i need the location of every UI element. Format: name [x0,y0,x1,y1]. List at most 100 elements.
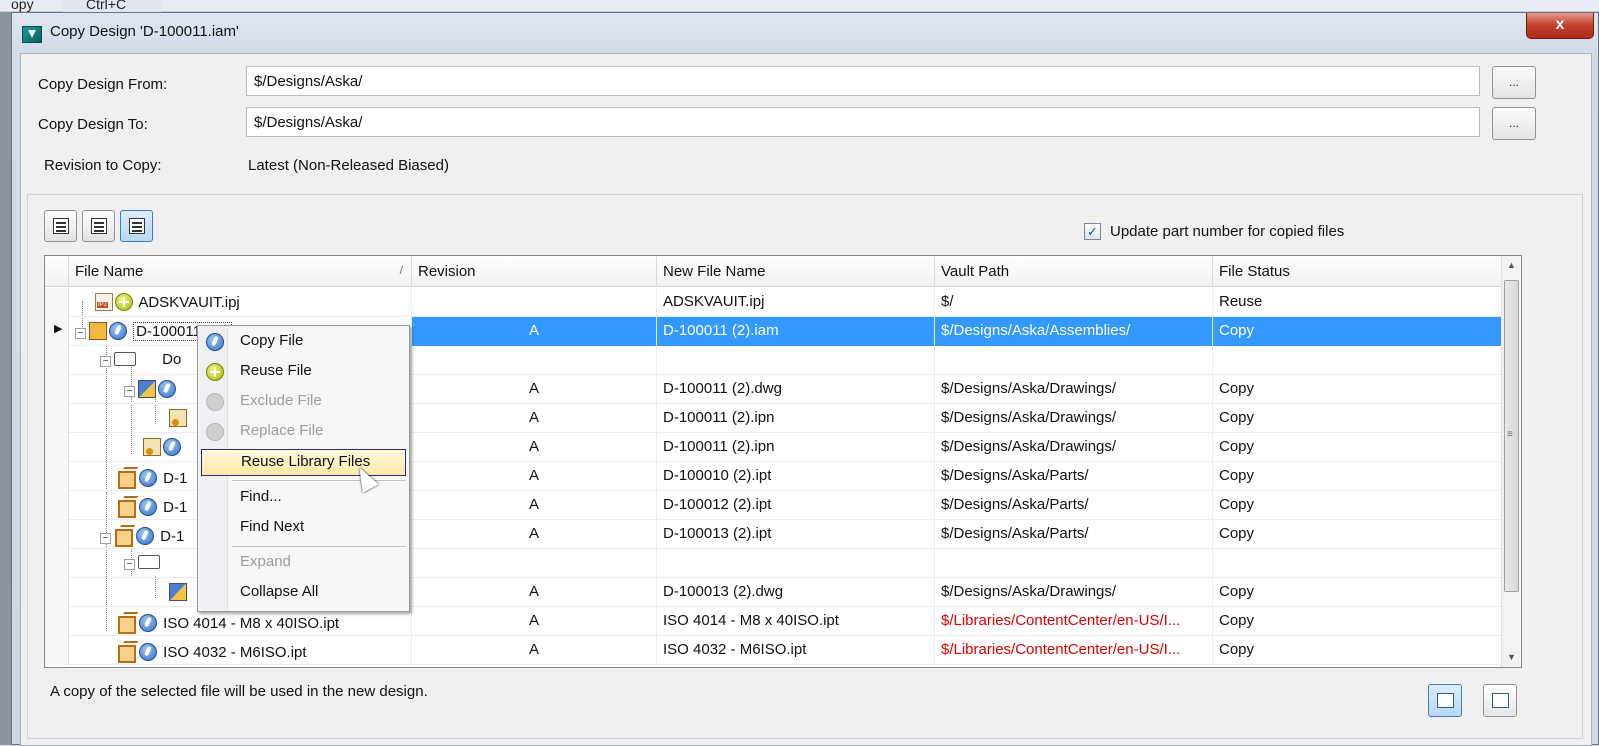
vault-path-cell[interactable]: $/Designs/Aska/Drawings/ [935,433,1213,462]
file-status-cell[interactable]: Copy [1213,462,1501,491]
grid-header: File Name / Revision New File Name Vault… [45,256,1501,287]
new-file-name-cell[interactable] [657,346,935,375]
new-file-name-cell[interactable]: D-100012 (2).ipt [657,491,935,520]
copy-from-browse-button[interactable]: ... [1492,66,1536,99]
menu-item-replace-file[interactable]: Replace File [200,418,407,445]
vault-path-cell[interactable]: $/Libraries/ContentCenter/en-US/I... [935,636,1213,665]
part-file-icon [114,525,134,547]
menu-item-find-next[interactable]: Find Next [200,514,407,541]
new-file-name-cell[interactable] [657,549,935,578]
vault-path-cell[interactable]: $/Libraries/ContentCenter/en-US/I... [935,607,1213,636]
new-file-name-cell[interactable]: ISO 4032 - M6ISO.ipt [657,636,935,665]
column-header-vault-path[interactable]: Vault Path [935,256,1213,287]
file-name: D-1 [160,528,185,545]
dependency-view-button[interactable] [120,210,153,242]
file-status-cell[interactable] [1213,346,1501,375]
part-file-icon [117,612,137,634]
tree-structure-button[interactable] [1428,684,1462,717]
part-file-icon [117,641,137,663]
vault-path-cell[interactable]: $/Designs/Aska/Drawings/ [935,375,1213,404]
row-indicator-header [45,256,69,287]
new-file-name-cell[interactable]: D-100011 (2).iam [657,317,935,346]
file-status-cell[interactable]: Copy [1213,375,1501,404]
file-status-cell[interactable]: Copy [1213,491,1501,520]
vault-path-cell[interactable]: $/Designs/Aska/Parts/ [935,520,1213,549]
column-header-file-status[interactable]: File Status [1213,256,1501,287]
menu-item-expand[interactable]: Expand [200,549,407,576]
vault-path-cell[interactable]: $/Designs/Aska/Parts/ [935,462,1213,491]
revision-cell [412,346,657,375]
menu-item-collapse-all[interactable]: Collapse All [200,579,407,606]
file-status-cell[interactable]: Copy [1213,607,1501,636]
file-status-cell[interactable] [1213,549,1501,578]
new-file-name-cell[interactable]: D-100013 (2).ipt [657,520,935,549]
list-view-icon [91,218,107,234]
file-status-cell[interactable]: Copy [1213,578,1501,607]
list-view-button[interactable] [82,210,115,242]
column-header-file-name[interactable]: File Name / [69,256,412,287]
background-menu-shortcut-label: Ctrl+C [62,0,162,12]
presentation-file-icon [169,409,187,427]
table-row[interactable]: ADSKVAUIT.ipj ADSKVAUIT.ipj $/ Reuse [45,288,1501,317]
new-file-name-cell[interactable]: D-100010 (2).ipt [657,462,935,491]
title-bar[interactable]: Copy Design 'D-100011.iam' x [12,13,1598,43]
tree-structure-icon [1437,693,1454,708]
menu-item-reuse-library-files[interactable]: Reuse Library Files [201,449,406,476]
assembly-file-icon [89,322,107,340]
new-file-name-cell[interactable]: ISO 4014 - M8 x 40ISO.ipt [657,607,935,636]
collapse-toggle[interactable]: − [124,386,135,397]
menu-item-label: Exclude File [240,392,322,409]
file-status-cell[interactable]: Copy [1213,433,1501,462]
revision-cell: A [412,462,657,491]
menu-item-exclude-file[interactable]: Exclude File [200,388,407,415]
collapse-toggle[interactable]: − [124,559,135,570]
file-status-cell[interactable]: Copy [1213,404,1501,433]
new-file-name-cell[interactable]: ADSKVAUIT.ipj [657,288,935,317]
update-part-number-checkbox[interactable]: ✓ [1084,223,1101,240]
revision-cell [412,288,657,317]
close-button[interactable]: x [1526,13,1594,39]
vault-path-cell[interactable] [935,549,1213,578]
vault-path-cell[interactable]: $/ [935,288,1213,317]
file-status-cell[interactable]: Reuse [1213,288,1501,317]
copy-to-input[interactable] [246,107,1480,137]
vertical-scrollbar[interactable]: ▲ ▼ [1501,256,1521,667]
scroll-thumb[interactable] [1504,280,1519,592]
column-header-revision[interactable]: Revision [412,256,657,287]
copy-to-browse-button[interactable]: ... [1492,107,1536,140]
vault-path-cell[interactable]: $/Designs/Aska/Assemblies/ [935,317,1213,346]
menu-item-find[interactable]: Find... [200,484,407,511]
file-name-cell[interactable]: ADSKVAUIT.ipj [69,288,412,317]
new-file-name-cell[interactable]: D-100011 (2).dwg [657,375,935,404]
copy-status-icon [139,498,157,516]
vault-path-cell[interactable] [935,346,1213,375]
file-status-cell[interactable]: Copy [1213,636,1501,665]
file-name-cell[interactable]: ISO 4032 - M6ISO.ipt [69,636,412,665]
new-file-name-cell[interactable]: D-100011 (2).ipn [657,404,935,433]
copy-status-icon [139,643,157,661]
copy-status-icon [109,322,127,340]
collapse-toggle[interactable]: − [100,356,111,367]
column-header-new-file-name[interactable]: New File Name [657,256,935,287]
collapse-toggle[interactable]: − [75,328,86,339]
new-file-name-cell[interactable]: D-100011 (2).ipn [657,433,935,462]
copy-status-icon [139,469,157,487]
background-window-edge [0,12,11,745]
tree-view-button[interactable] [44,210,77,242]
collapse-toggle[interactable]: − [100,533,111,544]
copy-from-input[interactable] [246,66,1480,96]
scroll-up-icon[interactable]: ▲ [1502,256,1521,275]
file-status-cell[interactable]: Copy [1213,317,1501,346]
file-status-cell[interactable]: Copy [1213,520,1501,549]
menu-separator [232,546,406,547]
scroll-down-icon[interactable]: ▼ [1502,648,1521,667]
menu-item-copy-file[interactable]: Copy File [200,328,407,355]
new-file-name-cell[interactable]: D-100013 (2).dwg [657,578,935,607]
vault-path-cell[interactable]: $/Designs/Aska/Drawings/ [935,404,1213,433]
copy-icon [206,333,224,351]
table-row[interactable]: ISO 4032 - M6ISO.ipt A ISO 4032 - M6ISO.… [45,636,1501,665]
vault-path-cell[interactable]: $/Designs/Aska/Drawings/ [935,578,1213,607]
menu-item-reuse-file[interactable]: Reuse File [200,358,407,385]
details-pane-button[interactable] [1483,684,1517,717]
vault-path-cell[interactable]: $/Designs/Aska/Parts/ [935,491,1213,520]
